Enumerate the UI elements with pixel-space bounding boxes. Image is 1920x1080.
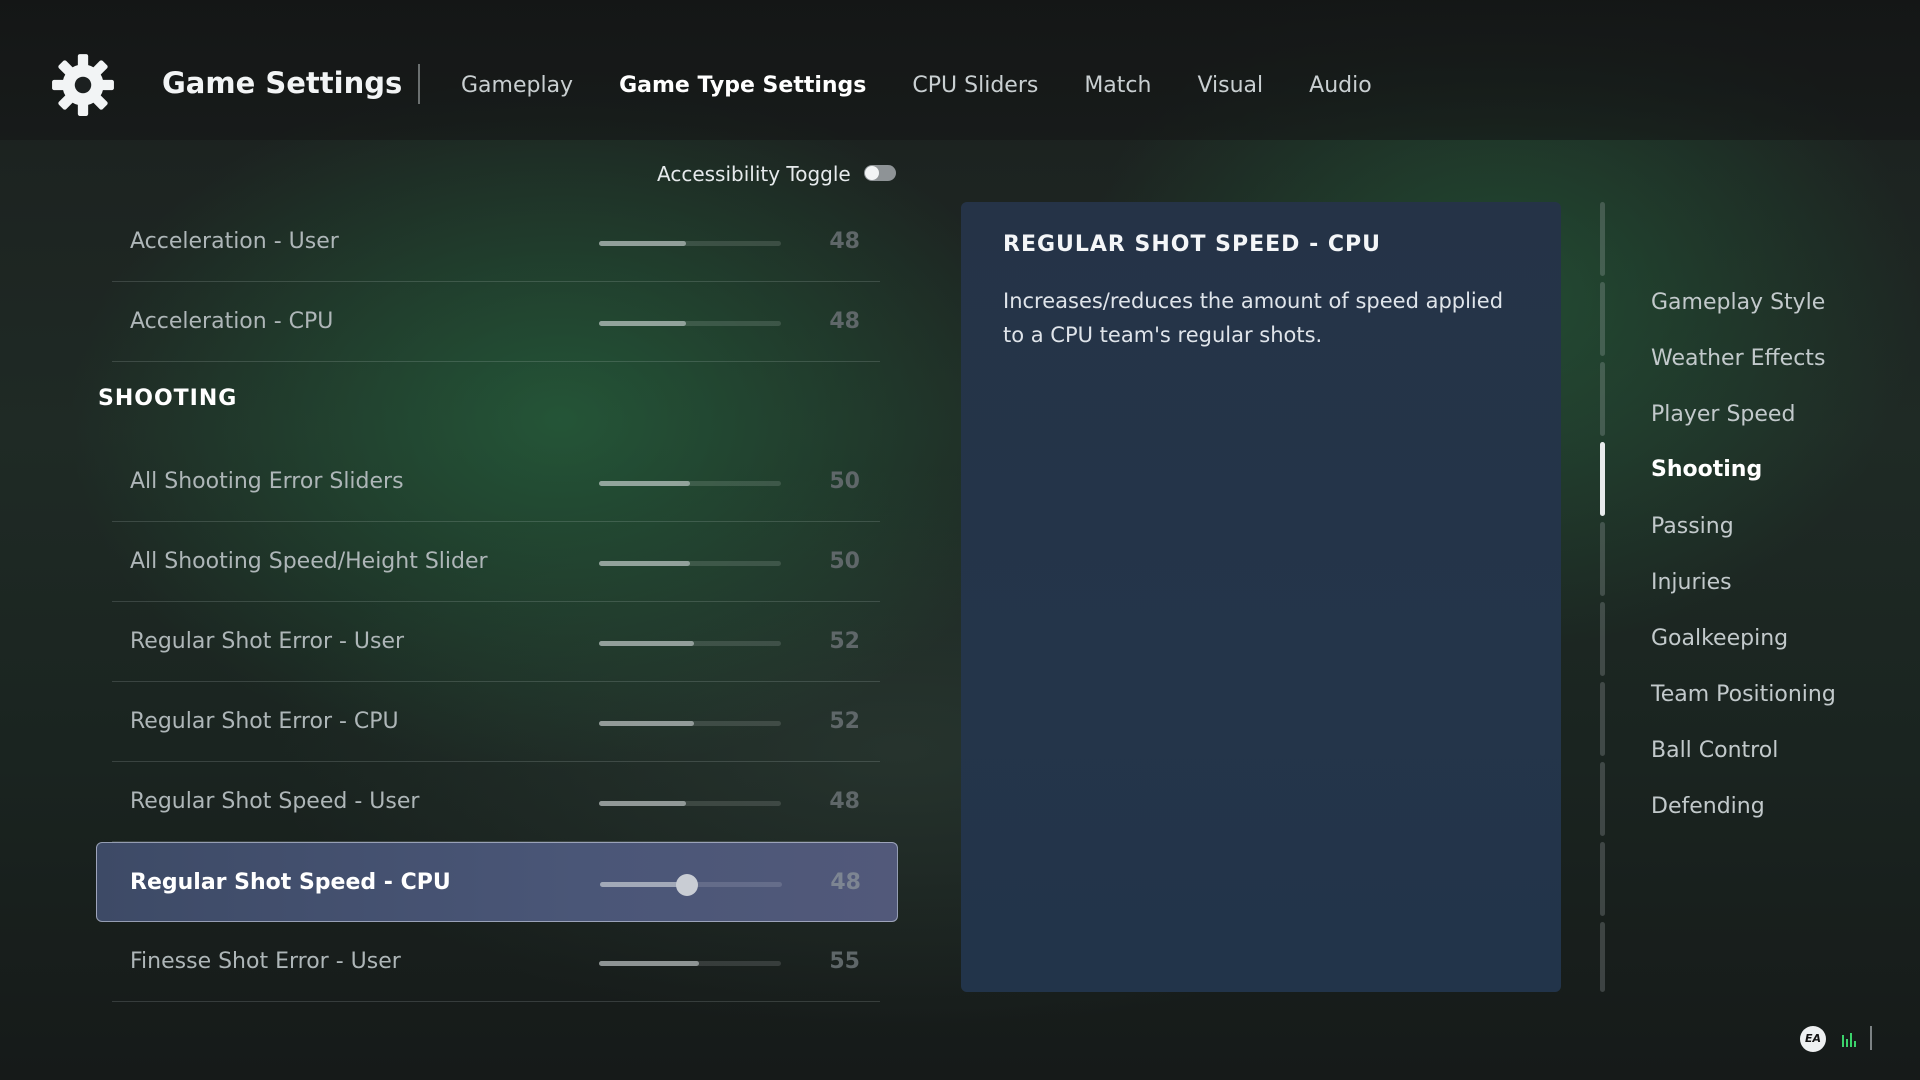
scroll-segment[interactable]: [1600, 202, 1605, 276]
nav-item-weather-effects[interactable]: Weather Effects: [1651, 346, 1825, 371]
slider-track[interactable]: [599, 721, 781, 726]
slider-fill: [599, 801, 687, 806]
tab-match[interactable]: Match: [1084, 73, 1151, 98]
slider-label: Regular Shot Speed - User: [130, 789, 420, 814]
slider-row-regular-shot-speed-cpu[interactable]: Regular Shot Speed - CPU 48: [96, 842, 898, 922]
description-panel: REGULAR SHOT SPEED - CPU Increases/reduc…: [961, 202, 1561, 992]
scroll-segment-active[interactable]: [1600, 442, 1605, 516]
slider-label: Finesse Shot Error - User: [130, 949, 401, 974]
slider-fill: [599, 721, 694, 726]
signal-bars-icon: [1842, 1031, 1858, 1047]
slider-track[interactable]: [599, 481, 781, 486]
nav-item-injuries[interactable]: Injuries: [1651, 570, 1732, 595]
slider-row-regular-shot-error-cpu[interactable]: Regular Shot Error - CPU 52: [112, 682, 880, 762]
tab-visual[interactable]: Visual: [1197, 73, 1263, 98]
slider-value: 50: [829, 469, 860, 494]
slider-label: Regular Shot Error - User: [130, 629, 405, 654]
slider-row-regular-shot-error-user[interactable]: Regular Shot Error - User 52: [112, 602, 880, 682]
slider-fill: [599, 481, 690, 486]
slider-row-all-shooting-error[interactable]: All Shooting Error Sliders 50: [112, 442, 880, 522]
nav-item-shooting[interactable]: Shooting: [1651, 457, 1762, 482]
nav-item-goalkeeping[interactable]: Goalkeeping: [1651, 626, 1788, 651]
slider-track[interactable]: [599, 321, 781, 326]
slider-track[interactable]: [599, 801, 781, 806]
slider-label: Acceleration - CPU: [130, 309, 334, 334]
scroll-segment[interactable]: [1600, 922, 1605, 992]
nav-item-defending[interactable]: Defending: [1651, 794, 1765, 819]
toggle-knob: [865, 166, 879, 180]
tab-audio[interactable]: Audio: [1309, 73, 1372, 98]
slider-value: 48: [829, 309, 860, 334]
tab-bar: Gameplay Game Type Settings CPU Sliders …: [461, 73, 1418, 98]
slider-row-acceleration-cpu[interactable]: Acceleration - CPU 48: [112, 282, 880, 362]
nav-item-team-positioning[interactable]: Team Positioning: [1651, 682, 1836, 707]
tab-gameplay[interactable]: Gameplay: [461, 73, 573, 98]
ea-logo-icon: EA: [1800, 1026, 1826, 1052]
slider-row-regular-shot-speed-user[interactable]: Regular Shot Speed - User 48: [112, 762, 880, 842]
slider-row-all-shooting-speed-height[interactable]: All Shooting Speed/Height Slider 50: [112, 522, 880, 602]
slider-track[interactable]: [599, 961, 781, 966]
section-title-shooting: SHOOTING: [98, 386, 238, 411]
description-text: Increases/reduces the amount of speed ap…: [1003, 289, 1504, 347]
nav-item-gameplay-style[interactable]: Gameplay Style: [1651, 290, 1825, 315]
page-title: Game Settings: [162, 66, 403, 100]
slider-fill: [600, 882, 688, 887]
slider-fill: [599, 241, 687, 246]
gear-icon: [52, 54, 114, 116]
slider-value: 48: [830, 870, 861, 895]
slider-value: 52: [829, 629, 860, 654]
nav-item-ball-control[interactable]: Ball Control: [1651, 738, 1778, 763]
nav-item-player-speed[interactable]: Player Speed: [1651, 402, 1795, 427]
header-divider: [418, 64, 420, 104]
scroll-segment[interactable]: [1600, 682, 1605, 756]
accessibility-toggle-label: Accessibility Toggle: [657, 162, 851, 186]
slider-value: 52: [829, 709, 860, 734]
slider-value: 48: [829, 229, 860, 254]
slider-track[interactable]: [599, 561, 781, 566]
slider-value: 50: [829, 549, 860, 574]
slider-label: Regular Shot Error - CPU: [130, 709, 399, 734]
slider-thumb[interactable]: [676, 874, 699, 896]
scroll-segment[interactable]: [1600, 602, 1605, 676]
slider-track[interactable]: [599, 241, 781, 246]
accessibility-toggle[interactable]: [864, 165, 896, 181]
footer-divider: [1870, 1026, 1872, 1050]
slider-row-acceleration-user[interactable]: Acceleration - User 48: [112, 202, 880, 282]
scroll-segment[interactable]: [1600, 522, 1605, 596]
nav-item-passing[interactable]: Passing: [1651, 514, 1734, 539]
slider-fill: [599, 641, 694, 646]
slider-row-finesse-shot-error-user[interactable]: Finesse Shot Error - User 55: [112, 922, 880, 1002]
tab-cpu-sliders[interactable]: CPU Sliders: [912, 73, 1038, 98]
scroll-segment[interactable]: [1600, 282, 1605, 356]
scroll-segment[interactable]: [1600, 762, 1605, 836]
slider-fill: [599, 321, 687, 326]
slider-track[interactable]: [599, 641, 781, 646]
slider-label: Regular Shot Speed - CPU: [130, 870, 451, 895]
slider-track[interactable]: [600, 874, 782, 896]
scroll-segment[interactable]: [1600, 842, 1605, 916]
slider-fill: [599, 561, 690, 566]
slider-value: 48: [829, 789, 860, 814]
slider-label: All Shooting Error Sliders: [130, 469, 404, 494]
slider-label: All Shooting Speed/Height Slider: [130, 549, 488, 574]
scroll-segment[interactable]: [1600, 362, 1605, 436]
description-title: REGULAR SHOT SPEED - CPU: [1003, 232, 1382, 257]
slider-label: Acceleration - User: [130, 229, 339, 254]
slider-fill: [599, 961, 700, 966]
slider-value: 55: [829, 949, 860, 974]
tab-game-type-settings[interactable]: Game Type Settings: [619, 73, 866, 98]
